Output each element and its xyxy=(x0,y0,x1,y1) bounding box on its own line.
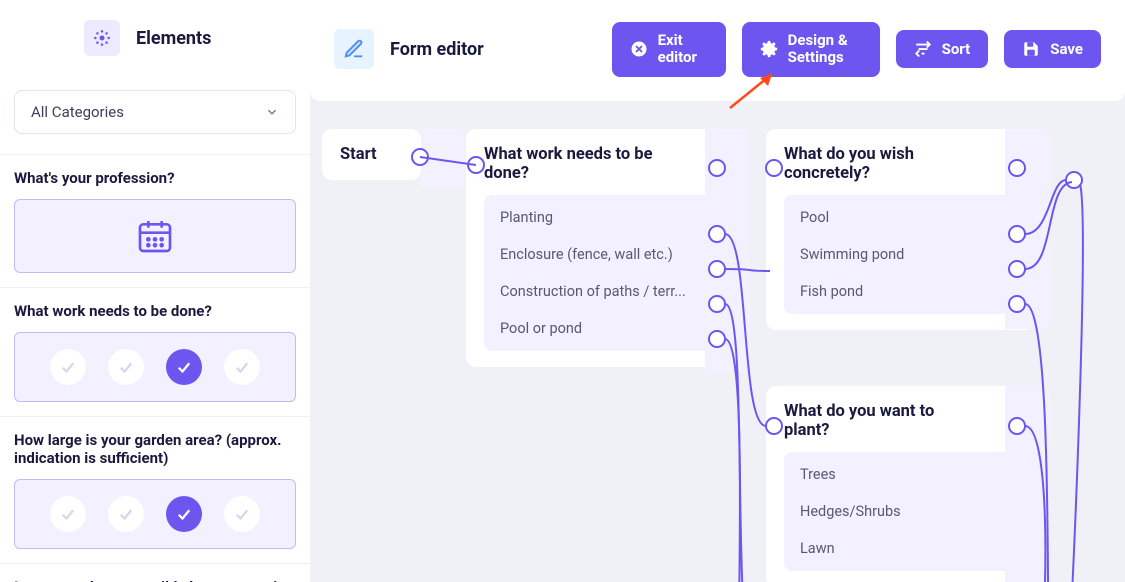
category-select[interactable]: All Categories xyxy=(14,90,296,134)
button-label: Exit editor xyxy=(658,32,708,67)
option-item[interactable]: Planting xyxy=(484,199,718,236)
save-button[interactable]: Save xyxy=(1004,30,1101,68)
check-icon xyxy=(117,358,135,376)
element-label: What's your profession? xyxy=(14,169,296,187)
option-item[interactable]: Hedges/Shrubs xyxy=(784,493,1018,530)
category-value: All Categories xyxy=(31,103,124,121)
element-label: What work needs to be done? xyxy=(14,302,296,320)
button-label: Save xyxy=(1050,41,1083,58)
flow-node-q2[interactable]: What do you wish concretely? Pool Swimmi… xyxy=(766,129,1036,330)
option-list: Trees Hedges/Shrubs Lawn xyxy=(784,452,1018,571)
exit-editor-button[interactable]: Exit editor xyxy=(612,22,726,77)
check-icon xyxy=(59,358,77,376)
check-icon xyxy=(175,358,193,376)
option-item[interactable]: Trees xyxy=(784,456,1018,493)
element-preview-multichoice xyxy=(14,479,296,549)
check-option xyxy=(108,496,144,532)
button-label: Design & Settings xyxy=(788,32,862,67)
check-icon xyxy=(233,358,251,376)
check-icon xyxy=(59,505,77,523)
node-port-area xyxy=(705,129,750,373)
form-editor-icon xyxy=(334,29,374,69)
element-item[interactable]: What work needs to be done? xyxy=(0,287,310,416)
element-item[interactable]: How large is your garden area? (approx. … xyxy=(0,416,310,563)
option-item[interactable]: Enclosure (fence, wall etc.) xyxy=(484,236,718,273)
main-area: Form editor Exit editor Design & Setting… xyxy=(310,0,1125,582)
option-item[interactable]: Pool xyxy=(784,199,1018,236)
flow-canvas[interactable]: Start What work needs to be done? Planti… xyxy=(310,101,1125,582)
check-option-selected xyxy=(166,349,202,385)
node-title: What work needs to be done? xyxy=(484,145,674,183)
check-option xyxy=(224,349,260,385)
check-option-selected xyxy=(166,496,202,532)
check-icon xyxy=(175,505,193,523)
check-icon xyxy=(233,505,251,523)
check-option xyxy=(50,349,86,385)
port-in[interactable] xyxy=(1066,172,1082,188)
chevron-down-icon xyxy=(265,105,279,119)
node-title: Start xyxy=(340,145,403,164)
node-port-area xyxy=(421,129,466,189)
option-item[interactable]: Swimming pond xyxy=(784,236,1018,273)
option-item[interactable]: Fish pond xyxy=(784,273,1018,310)
save-icon xyxy=(1022,40,1040,58)
option-item[interactable]: Pool or pond xyxy=(484,310,718,347)
element-item[interactable]: What's your profession? xyxy=(0,154,310,287)
sidebar-header: Elements xyxy=(0,20,310,76)
element-preview-datepicker xyxy=(14,199,296,273)
topbar: Form editor Exit editor Design & Setting… xyxy=(310,0,1125,101)
element-label: Is your garden accessible by constructio… xyxy=(14,578,296,582)
check-option xyxy=(224,496,260,532)
check-option xyxy=(50,496,86,532)
element-preview-multichoice xyxy=(14,332,296,402)
page-title: Form editor xyxy=(390,39,484,60)
close-circle-icon xyxy=(630,40,648,58)
element-label: How large is your garden area? (approx. … xyxy=(14,431,296,467)
flow-node-q3[interactable]: What do you want to plant? Trees Hedges/… xyxy=(766,386,1036,582)
sort-button[interactable]: Sort xyxy=(896,30,989,68)
option-item[interactable]: Construction of paths / terr... xyxy=(484,273,718,310)
check-icon xyxy=(117,505,135,523)
node-port-area xyxy=(1005,386,1050,582)
sort-icon xyxy=(914,40,932,58)
elements-icon xyxy=(84,20,120,56)
sidebar-title: Elements xyxy=(136,28,211,49)
button-label: Sort xyxy=(942,41,971,58)
option-item[interactable]: Lawn xyxy=(784,530,1018,567)
option-list: Pool Swimming pond Fish pond xyxy=(784,195,1018,314)
node-port-area xyxy=(1005,129,1050,329)
option-list: Planting Enclosure (fence, wall etc.) Co… xyxy=(484,195,718,351)
check-option xyxy=(108,349,144,385)
node-title: What do you want to plant? xyxy=(784,402,974,440)
node-title: What do you wish concretely? xyxy=(784,145,974,183)
flow-node-q1[interactable]: What work needs to be done? Planting Enc… xyxy=(466,129,736,367)
element-item[interactable]: Is your garden accessible by constructio… xyxy=(0,563,310,582)
flow-node-start[interactable]: Start xyxy=(322,129,421,180)
calendar-icon xyxy=(135,216,175,256)
gear-icon xyxy=(760,40,778,58)
sidebar: Elements All Categories What's your prof… xyxy=(0,0,310,582)
